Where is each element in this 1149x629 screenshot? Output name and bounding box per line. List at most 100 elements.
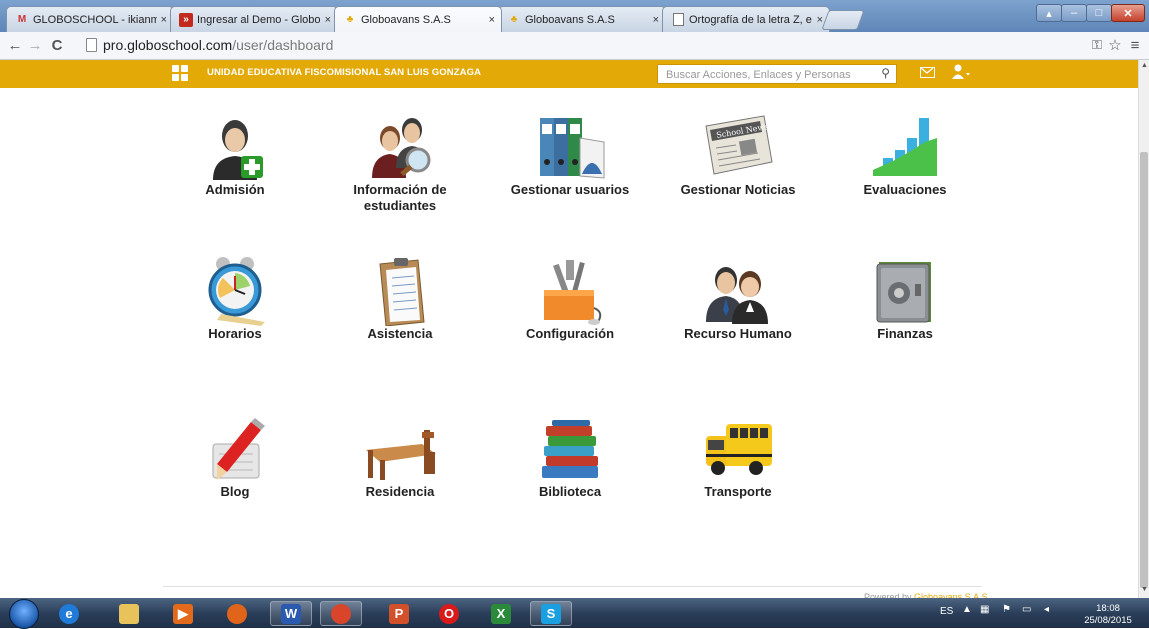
display-icon[interactable]: ▭ bbox=[1022, 604, 1031, 615]
flag-icon[interactable]: ⚑ bbox=[1002, 604, 1011, 615]
excel-icon: X bbox=[491, 603, 511, 624]
maximize-window-button[interactable]: □ bbox=[1086, 4, 1112, 22]
pencil-icon bbox=[195, 414, 275, 484]
internet-explorer-icon: e bbox=[59, 603, 79, 624]
module-label: Configuración bbox=[525, 326, 615, 341]
system-clock[interactable]: 18:08 25/08/2015 bbox=[1080, 603, 1136, 627]
module-transporte[interactable]: Transporte bbox=[673, 414, 803, 500]
chrome-icon bbox=[331, 603, 351, 624]
module-recurso-humano[interactable]: Recurso Humano bbox=[673, 256, 803, 342]
scroll-down-icon[interactable]: ▼ bbox=[1141, 586, 1148, 593]
module-label: Horarios bbox=[208, 326, 262, 341]
back-arrow-icon[interactable]: ← bbox=[6, 36, 24, 54]
start-button-icon[interactable] bbox=[9, 599, 39, 629]
taskbar-button[interactable] bbox=[108, 601, 150, 626]
powerpoint-icon: P bbox=[389, 603, 409, 624]
module-evaluaciones[interactable]: Evaluaciones bbox=[840, 112, 970, 198]
scroll-up-icon[interactable]: ▲ bbox=[1141, 62, 1148, 69]
gmail-icon: M bbox=[17, 14, 27, 25]
apps-grid-icon[interactable] bbox=[172, 65, 188, 81]
tab-demo[interactable]: » Ingresar al Demo - Globo × bbox=[170, 6, 338, 32]
module-informacion-estudiantes[interactable]: Información de estudiantes bbox=[335, 112, 465, 214]
alarm-clock-icon bbox=[195, 256, 275, 326]
bookmark-star-icon[interactable]: ☆ bbox=[1106, 36, 1124, 54]
tab-label: Ortografía de la letra Z, e bbox=[689, 13, 812, 26]
module-horarios[interactable]: Horarios bbox=[170, 256, 300, 342]
module-finanzas[interactable]: Finanzas bbox=[840, 256, 970, 342]
taskbar-button[interactable]: O bbox=[428, 601, 470, 626]
module-label: Asistencia bbox=[367, 326, 433, 341]
forward-arrow-icon[interactable]: → bbox=[26, 36, 44, 54]
close-icon[interactable]: × bbox=[817, 14, 823, 26]
module-admision[interactable]: Admisión bbox=[170, 112, 300, 198]
page-scrollbar[interactable]: ▲ ▼ bbox=[1138, 60, 1149, 598]
url-path: /user/dashboard bbox=[232, 37, 334, 53]
tab-label: Globoavans S.A.S bbox=[525, 13, 615, 26]
volume-icon[interactable]: ◂ bbox=[1044, 604, 1049, 615]
taskbar-button[interactable]: P bbox=[378, 601, 420, 626]
module-label: Finanzas bbox=[877, 326, 933, 341]
module-gestionar-noticias[interactable]: School News Gestionar Noticias bbox=[673, 112, 803, 198]
reload-icon[interactable]: C bbox=[48, 36, 66, 54]
tab-label: Globoavans S.A.S bbox=[361, 13, 451, 26]
taskbar-button[interactable]: ▶ bbox=[162, 601, 204, 626]
key-icon[interactable]: ⚿ bbox=[1088, 36, 1106, 54]
close-icon[interactable]: × bbox=[325, 14, 331, 26]
module-configuracion[interactable]: Configuración bbox=[505, 256, 635, 342]
module-biblioteca[interactable]: Biblioteca bbox=[505, 414, 635, 500]
tab-globoavans-active[interactable]: ♣ Globoavans S.A.S × bbox=[334, 6, 502, 32]
search-input[interactable] bbox=[664, 67, 868, 83]
close-icon[interactable]: × bbox=[489, 14, 495, 26]
module-residencia[interactable]: Residencia bbox=[335, 414, 465, 500]
clipboard-icon bbox=[360, 256, 440, 327]
taskbar-button[interactable]: X bbox=[480, 601, 522, 626]
clock-time: 18:08 bbox=[1096, 603, 1120, 614]
module-gestionar-usuarios[interactable]: Gestionar usuarios bbox=[505, 112, 635, 198]
restore-window-button[interactable]: ▴ bbox=[1036, 4, 1062, 22]
search-icon[interactable]: ⚲ bbox=[881, 66, 890, 80]
new-tab-button[interactable] bbox=[821, 10, 865, 30]
binders-icon bbox=[530, 112, 610, 182]
bed-icon bbox=[360, 414, 440, 484]
tab-label: GLOBOSCHOOL - ikianmo bbox=[33, 13, 157, 26]
language-indicator[interactable]: ES bbox=[940, 606, 953, 617]
tray-up-arrow-icon[interactable]: ▲ bbox=[962, 604, 972, 615]
minimize-window-button[interactable]: – bbox=[1061, 4, 1087, 22]
books-icon bbox=[530, 414, 610, 484]
module-label: Biblioteca bbox=[538, 484, 602, 499]
school-bus-icon bbox=[698, 414, 778, 484]
user-menu-icon[interactable] bbox=[952, 64, 970, 84]
close-icon[interactable]: × bbox=[161, 14, 167, 26]
scroll-thumb[interactable] bbox=[1140, 152, 1148, 588]
firefox-icon bbox=[227, 603, 247, 624]
module-label: Blog bbox=[220, 484, 250, 499]
mail-icon[interactable] bbox=[920, 67, 935, 78]
search-box[interactable]: ⚲ bbox=[657, 64, 897, 84]
module-asistencia[interactable]: Asistencia bbox=[335, 256, 465, 342]
module-blog[interactable]: Blog bbox=[170, 414, 300, 500]
menu-icon[interactable]: ≡ bbox=[1126, 36, 1144, 54]
opera-icon: O bbox=[439, 603, 459, 624]
taskbar-button[interactable]: e bbox=[48, 601, 90, 626]
module-label: Gestionar Noticias bbox=[680, 182, 796, 197]
network-icon[interactable]: ▦ bbox=[980, 604, 989, 615]
module-label: Transporte bbox=[704, 484, 772, 499]
taskbar-button[interactable]: S bbox=[530, 601, 572, 626]
address-bar[interactable]: pro.globoschool.com/user/dashboard bbox=[86, 35, 1086, 55]
taskbar-button[interactable] bbox=[216, 601, 258, 626]
students-search-icon bbox=[360, 112, 440, 182]
close-icon[interactable]: × bbox=[653, 14, 659, 26]
globoavans-icon: ♣ bbox=[510, 14, 518, 25]
tab-ortografia[interactable]: Ortografía de la letra Z, e × bbox=[662, 6, 830, 32]
taskbar-button[interactable] bbox=[320, 601, 362, 626]
skype-icon: S bbox=[541, 603, 561, 624]
taskbar-button[interactable]: W bbox=[270, 601, 312, 626]
module-label: Información de estudiantes bbox=[353, 182, 447, 213]
tab-globoavans[interactable]: ♣ Globoavans S.A.S × bbox=[498, 6, 666, 32]
close-window-button[interactable]: ✕ bbox=[1111, 4, 1145, 22]
url-host: pro.globoschool.com bbox=[103, 37, 233, 53]
tab-gmail[interactable]: M GLOBOSCHOOL - ikianmo × bbox=[6, 6, 174, 32]
site-icon: » bbox=[179, 12, 193, 27]
module-label: Recurso Humano bbox=[684, 326, 792, 341]
module-label: Gestionar usuarios bbox=[510, 182, 630, 197]
